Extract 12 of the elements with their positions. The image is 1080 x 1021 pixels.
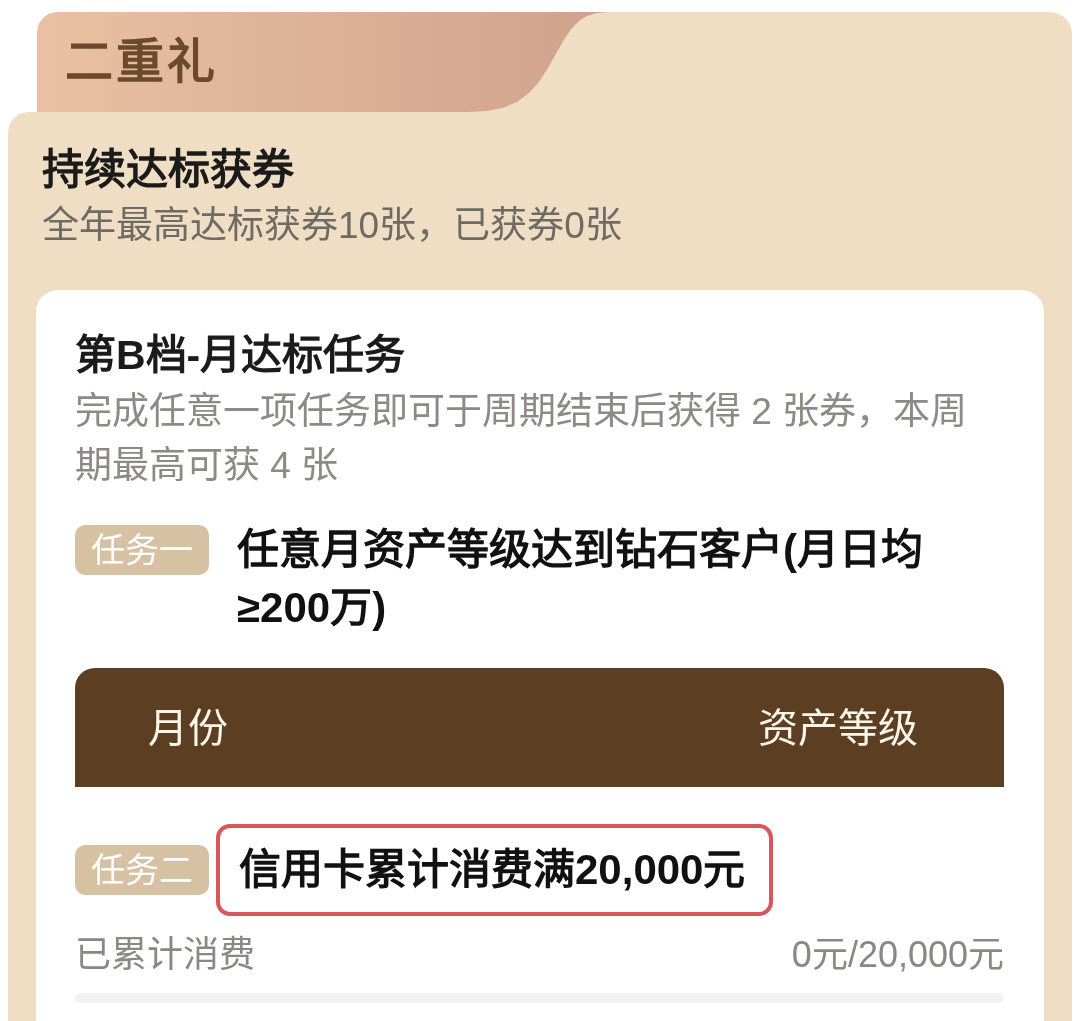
task-tag: 任务二 [75,845,209,895]
card-description: 完成任意一项任务即可于周期结束后获得 2 张券，本周期最高可获 4 张 [75,390,969,488]
task-title: 任意月资产等级达到钻石客户(月日均≥200万) [237,525,924,633]
column-header: 资产等级 [758,704,918,752]
task-title: 信用卡累计消费满20,000元 [239,845,746,895]
task-tag: 任务一 [75,525,209,575]
progress-reading: 0元/20,000元 [791,933,1004,977]
section-title: 持续达标获券 [42,145,295,195]
card-title: 第B档-月达标任务 [75,331,407,379]
column-header: 月份 [148,704,228,752]
section-subtitle: 全年最高达标获券10张，已获券0张 [42,204,623,248]
progress-label: 已累计消费 [75,933,255,977]
